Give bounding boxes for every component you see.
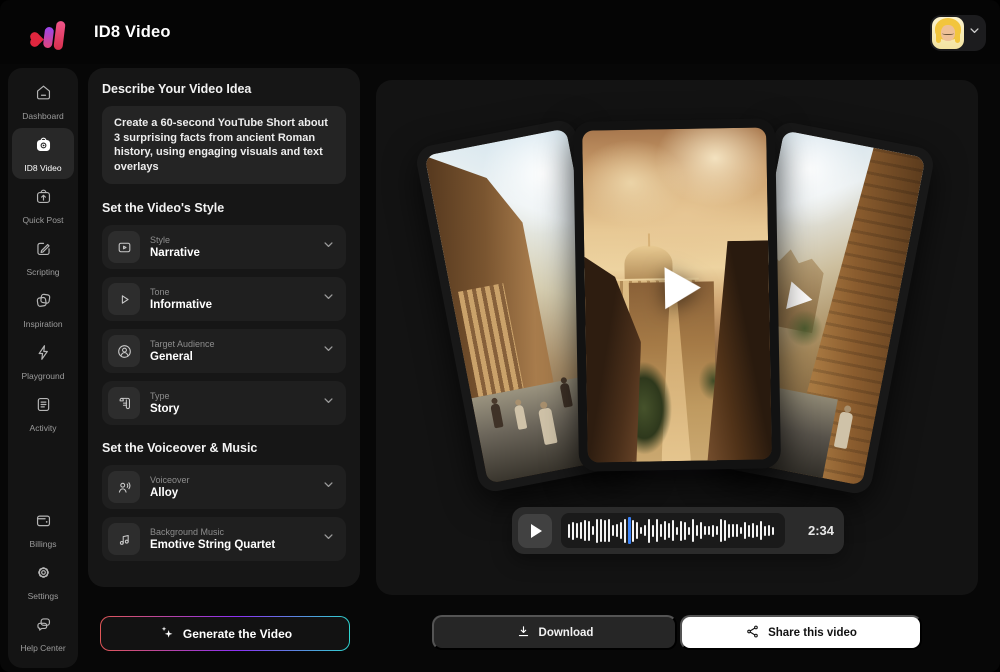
dropdown-label: Background Music — [150, 527, 321, 537]
style-dropdown[interactable]: Style Narrative — [102, 225, 346, 269]
play-icon — [531, 524, 542, 538]
dropdown-label: Tone — [150, 287, 321, 297]
logo-bar-shape — [53, 21, 65, 51]
audio-player: 2:34 — [512, 507, 844, 554]
dropdown-value: General — [150, 351, 321, 363]
dropdown-value: Story — [150, 403, 321, 415]
download-button[interactable]: Download — [432, 615, 677, 650]
video-card-main[interactable] — [573, 118, 781, 471]
chevron-down-icon — [321, 529, 336, 549]
style-heading: Set the Video's Style — [102, 201, 346, 215]
sidebar-item-label: Playground — [21, 371, 64, 381]
sidebar-item-settings[interactable]: Settings — [12, 556, 74, 607]
sidebar-item-label: Dashboard — [22, 111, 64, 121]
sidebar-item-activity[interactable]: Activity — [12, 388, 74, 439]
share-label: Share this video — [768, 627, 857, 639]
target-audience-dropdown[interactable]: Target Audience General — [102, 329, 346, 373]
chevron-down-icon — [321, 237, 336, 257]
play-icon[interactable] — [664, 267, 701, 310]
sidebar-item-label: ID8 Video — [24, 163, 61, 173]
lightning-icon — [34, 343, 53, 367]
video-screen-icon — [108, 231, 140, 263]
sidebar-item-playground[interactable]: Playground — [12, 336, 74, 387]
wallet-icon — [34, 511, 53, 535]
gear-icon — [34, 563, 53, 587]
describe-heading: Describe Your Video Idea — [102, 82, 346, 96]
dropdown-value: Narrative — [150, 247, 321, 259]
header: ID8 Video — [0, 0, 1000, 64]
download-icon — [516, 624, 531, 642]
dropdown-label: Type — [150, 391, 321, 401]
sidebar-item-scripting[interactable]: Scripting — [12, 232, 74, 283]
dropdown-label: Style — [150, 235, 321, 245]
type-dropdown[interactable]: Type Story — [102, 381, 346, 425]
sidebar-item-label: Help Center — [20, 643, 65, 653]
app-window: ID8 Video Dashboard ID8 Video Quick Post — [0, 0, 1000, 672]
sidebar-item-help-center[interactable]: Help Center — [12, 608, 74, 659]
play-outline-icon — [108, 283, 140, 315]
sidebar-item-inspiration[interactable]: Inspiration — [12, 284, 74, 335]
background-music-dropdown[interactable]: Background Music Emotive String Quartet — [102, 517, 346, 561]
waveform-playhead[interactable] — [628, 517, 631, 544]
waveform[interactable] — [561, 513, 785, 548]
sidebar-item-label: Scripting — [26, 267, 59, 277]
chat-bubbles-icon — [34, 615, 53, 639]
chevron-down-icon — [321, 289, 336, 309]
download-label: Download — [539, 627, 594, 639]
dropdown-label: Target Audience — [150, 339, 321, 349]
voice-person-icon — [108, 471, 140, 503]
note-edit-icon — [34, 239, 53, 263]
preview-panel: 2:34 — [376, 80, 978, 595]
home-icon — [34, 83, 53, 107]
overlap-shapes-icon — [34, 291, 53, 315]
voiceover-dropdown[interactable]: Voiceover Alloy — [102, 465, 346, 509]
dropdown-label: Voiceover — [150, 475, 321, 485]
user-circle-icon — [108, 335, 140, 367]
voice-heading: Set the Voiceover & Music — [102, 441, 346, 455]
logo-heart-shape — [31, 33, 44, 46]
sidebar-item-quick-post[interactable]: Quick Post — [12, 180, 74, 231]
logo-bar-shape — [43, 27, 54, 49]
chevron-down-icon — [321, 341, 336, 361]
sidebar-item-label: Billings — [30, 539, 57, 549]
dropdown-value: Informative — [150, 299, 321, 311]
avatar — [932, 17, 964, 49]
audio-play-button[interactable] — [518, 514, 552, 548]
upload-box-icon — [34, 187, 53, 211]
sidebar-item-label: Quick Post — [22, 215, 63, 225]
sidebar-item-id8-video[interactable]: ID8 Video — [12, 128, 74, 179]
tone-dropdown[interactable]: Tone Informative — [102, 277, 346, 321]
generate-video-button[interactable]: Generate the Video — [100, 616, 350, 651]
config-panel: Describe Your Video Idea Create a 60-sec… — [88, 68, 360, 587]
share-button[interactable]: Share this video — [680, 615, 922, 650]
account-menu[interactable] — [930, 15, 986, 51]
sidebar: Dashboard ID8 Video Quick Post Scripting… — [8, 68, 78, 668]
sparkles-icon — [158, 624, 175, 644]
sidebar-item-dashboard[interactable]: Dashboard — [12, 76, 74, 127]
sidebar-item-label: Activity — [30, 423, 57, 433]
sidebar-item-label: Settings — [28, 591, 59, 601]
sidebar-item-billings[interactable]: Billings — [12, 504, 74, 555]
chevron-down-icon — [321, 477, 336, 497]
chevron-down-icon — [321, 393, 336, 413]
video-app-icon — [34, 135, 53, 159]
duration-label: 2:34 — [808, 523, 834, 538]
page-title: ID8 Video — [94, 23, 171, 42]
dropdown-value: Emotive String Quartet — [150, 539, 321, 551]
chevron-down-icon — [967, 23, 982, 43]
app-logo-icon — [30, 14, 70, 52]
video-idea-input[interactable]: Create a 60-second YouTube Short about 3… — [102, 106, 346, 184]
generate-video-label: Generate the Video — [183, 627, 292, 641]
activity-log-icon — [34, 395, 53, 419]
dropdown-value: Alloy — [150, 487, 321, 499]
music-notes-icon — [108, 523, 140, 555]
scroll-icon — [108, 387, 140, 419]
share-icon — [745, 624, 760, 642]
sidebar-item-label: Inspiration — [23, 319, 62, 329]
